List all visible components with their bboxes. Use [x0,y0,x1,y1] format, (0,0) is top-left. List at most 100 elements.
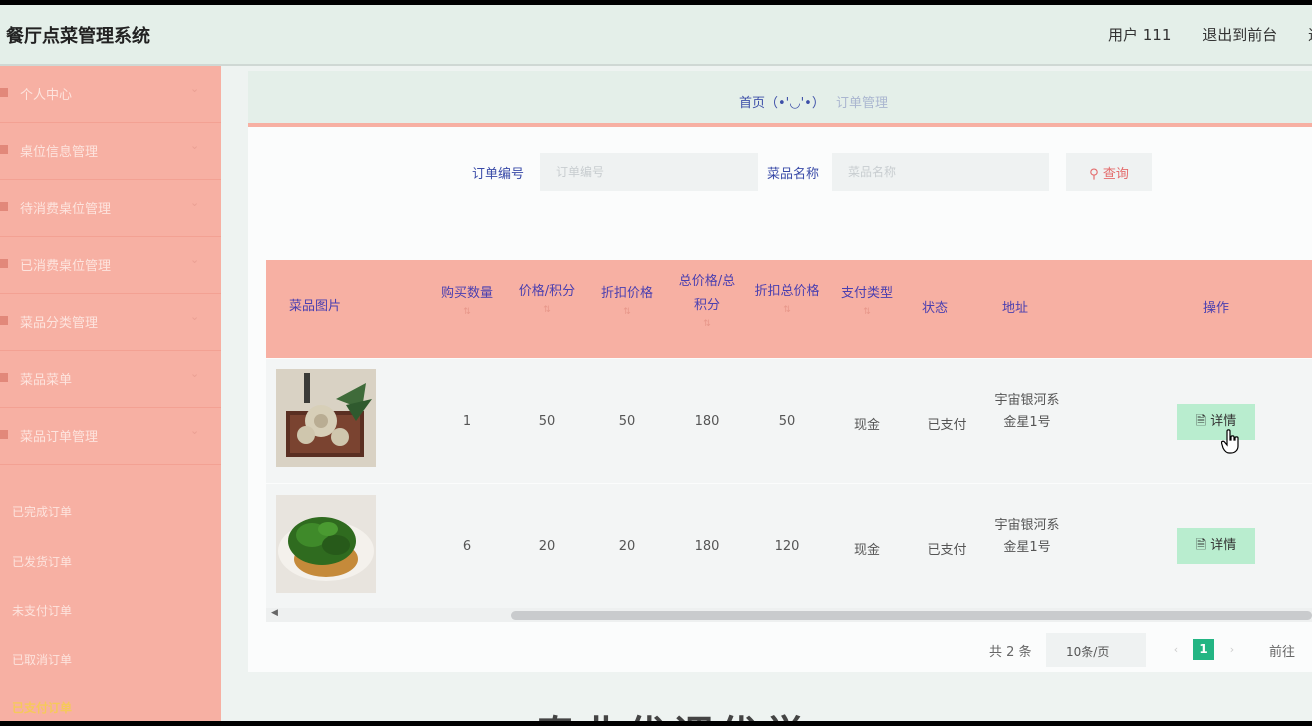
chevron-down-icon: ⌄ [190,196,200,209]
column-header-discount-price[interactable]: 折扣价格 ⇅ [594,282,660,318]
column-header-address: 地址 [1001,301,1028,316]
menu-icon [0,316,8,325]
cell-status: 已支付 [927,418,967,433]
sidebar-item-table-info[interactable]: 桌位信息管理 ⌄ [0,123,221,180]
menu-icon [0,202,8,211]
sidebar-item-dish-orders[interactable]: 菜品订单管理 ⌄ [0,408,221,465]
app-window: 餐厅点菜管理系统 用户 111 退出到前台 退 个人中心 ⌄ 桌位信息管理 ⌄ … [0,5,1312,721]
table-row: 1 50 50 180 50 现金 已支付 宇宙银河系金星1号 🗎 详情 [266,359,1312,483]
sidebar-item-consumed-tables[interactable]: 已消费桌位管理 ⌄ [0,237,221,294]
search-button-label: 查询 [1102,166,1129,182]
table-row: 6 20 20 180 120 现金 已支付 宇宙银河系金星1号 🗎 详情 [266,484,1312,608]
column-header-discount-total[interactable]: 折扣总价格 ⇅ [754,280,820,316]
chevron-down-icon: ⌄ [190,82,200,95]
table-horizontal-scrollbar[interactable]: ◀ [266,608,1312,622]
footer-banner-text: 奉业优调优学 [535,703,811,721]
top-right-links: 用户 111 退出到前台 退 [1108,24,1312,45]
cell-quantity: 6 [462,539,472,554]
sort-icon: ⇅ [703,319,711,329]
sidebar-item-label: 待消费桌位管理 [20,202,112,217]
table-header: 菜品图片 购买数量 ⇅ 价格/积分 ⇅ 折扣价格 ⇅ 总价格/总积分 ⇅ 折扣总价格 ⇅ … [266,260,1312,358]
column-header-image: 菜品图片 [288,299,341,314]
order-number-input[interactable] [540,153,758,191]
prev-page-icon[interactable]: ‹ [1166,639,1186,661]
cell-total: 180 [694,414,720,429]
dish-image [276,369,376,467]
sidebar-subitem-cancelled[interactable]: 已取消订单 [12,651,72,668]
chevron-up-icon: ⌄ [190,424,200,437]
column-header-status: 状态 [921,301,948,316]
sidebar-item-label: 桌位信息管理 [20,145,99,160]
user-label[interactable]: 用户 111 [1108,26,1171,44]
menu-icon [0,259,8,268]
cell-quantity: 1 [462,414,472,429]
sidebar-item-dish-category[interactable]: 菜品分类管理 ⌄ [0,294,221,351]
sidebar-item-label: 个人中心 [20,88,73,103]
exit-front-link[interactable]: 退出到前台 [1202,26,1277,44]
sidebar-item-label: 菜品分类管理 [20,316,99,331]
scroll-left-arrow-icon[interactable]: ◀ [271,608,278,618]
chevron-down-icon: ⌄ [190,253,200,266]
top-bar: 餐厅点菜管理系统 用户 111 退出到前台 退 [0,5,1312,66]
dish-name-label: 菜品名称 [767,167,820,182]
detail-button-label: 详情 [1210,414,1237,429]
cell-pay-type: 现金 [853,543,880,558]
pagination-goto: 前往 [1269,645,1296,660]
cell-address: 宇宙银河系金星1号 [994,518,1060,555]
page-size-value: 10条/页 [1066,645,1110,659]
sidebar-subitem-unpaid[interactable]: 未支付订单 [12,602,72,619]
sidebar-item-label: 菜品菜单 [20,373,73,388]
sidebar-item-pending-tables[interactable]: 待消费桌位管理 ⌄ [0,180,221,237]
detail-button-label: 详情 [1210,538,1237,553]
sidebar-subitem-completed[interactable]: 已完成订单 [12,503,72,520]
sort-icon: ⇅ [783,305,791,315]
page-number-current[interactable]: 1 [1193,639,1214,660]
order-number-label: 订单编号 [472,167,525,182]
menu-icon [0,373,8,382]
menu-icon [0,88,8,97]
sidebar-item-dish-menu[interactable]: 菜品菜单 ⌄ [0,351,221,408]
cell-discount-price: 20 [618,539,636,554]
sidebar-subitem-shipped[interactable]: 已发货订单 [12,553,72,570]
sidebar-item-personal[interactable]: 个人中心 ⌄ [0,66,221,123]
breadcrumb-current: 订单管理 [836,96,889,111]
sort-icon: ⇅ [463,307,471,317]
sort-icon: ⇅ [623,307,631,317]
cell-discount-price: 50 [618,414,636,429]
cell-discount-total: 50 [778,414,796,429]
detail-button[interactable]: 🗎 详情 [1177,404,1255,440]
breadcrumb: 首页（•'◡'•） 订单管理 [248,71,1312,127]
logout-link[interactable]: 退 [1308,26,1312,44]
sidebar-subitem-paid[interactable]: 已支付订单 [12,699,72,716]
column-header-price[interactable]: 价格/积分 ⇅ [514,280,580,316]
sort-icon: ⇅ [863,307,871,317]
chevron-down-icon: ⌄ [190,139,200,152]
sidebar-item-label: 菜品订单管理 [20,430,99,445]
cell-pay-type: 现金 [853,418,880,433]
sidebar-item-label: 已消费桌位管理 [20,259,112,274]
column-header-pay-type[interactable]: 支付类型 ⇅ [834,282,900,318]
cell-price: 50 [538,414,556,429]
next-page-icon[interactable]: › [1222,639,1242,661]
scrollbar-thumb[interactable] [511,611,1312,620]
cell-status: 已支付 [927,543,967,558]
menu-icon [0,430,8,439]
breadcrumb-home[interactable]: 首页（•'◡'•） [739,92,825,111]
menu-icon [0,145,8,154]
column-header-action: 操作 [1202,301,1229,316]
cell-price: 20 [538,539,556,554]
search-button[interactable]: ⚲ 查询 [1066,153,1152,191]
chevron-down-icon: ⌄ [190,367,200,380]
sort-icon: ⇅ [543,305,551,315]
page-size-select[interactable]: 10条/页 [1046,633,1146,667]
column-header-quantity[interactable]: 购买数量 ⇅ [434,282,500,318]
column-header-total[interactable]: 总价格/总积分 ⇅ [674,270,740,330]
document-icon: 🗎 [1195,414,1207,429]
chevron-down-icon: ⌄ [190,310,200,323]
cell-total: 180 [694,539,720,554]
pagination-total: 共 2 条 [989,645,1032,660]
dish-name-input[interactable] [832,153,1049,191]
document-icon: 🗎 [1195,538,1207,553]
detail-button[interactable]: 🗎 详情 [1177,528,1255,564]
app-title: 餐厅点菜管理系统 [6,26,150,47]
